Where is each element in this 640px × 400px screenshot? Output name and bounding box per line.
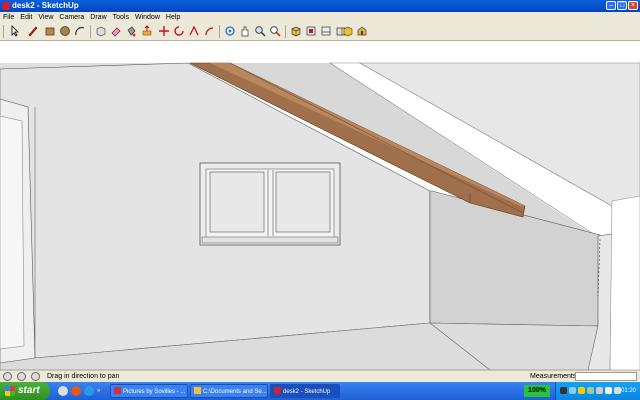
title-bar: desk2 - SketchUp – □ × bbox=[0, 0, 640, 12]
front-view-icon[interactable] bbox=[320, 25, 332, 37]
tray-app-icon[interactable] bbox=[596, 387, 603, 394]
sketchup-app-icon bbox=[274, 387, 281, 394]
select-icon[interactable] bbox=[9, 25, 21, 37]
toolbar-separator bbox=[90, 25, 91, 38]
status-bar: Drag in direction to pan Measurements bbox=[0, 370, 640, 382]
zoom-extents-icon[interactable] bbox=[269, 25, 281, 37]
rotate-icon[interactable] bbox=[173, 25, 185, 37]
offset-icon[interactable] bbox=[203, 25, 215, 37]
measurements-input[interactable] bbox=[575, 372, 637, 381]
minimize-button[interactable]: – bbox=[606, 1, 616, 10]
tray-app-icon[interactable] bbox=[578, 387, 585, 394]
toolbar-grip bbox=[3, 25, 4, 38]
clock: 01:20 bbox=[621, 388, 637, 394]
push-pull-icon[interactable] bbox=[141, 25, 153, 37]
geo-location-icon[interactable] bbox=[3, 372, 12, 381]
zoom-icon[interactable] bbox=[254, 25, 266, 37]
top-view-icon[interactable] bbox=[305, 25, 317, 37]
taskbar: start » Pictures by Sovilles - ... C:\Do… bbox=[0, 382, 640, 400]
help-instructor-icon[interactable] bbox=[31, 372, 40, 381]
sketchup-app-icon bbox=[2, 2, 10, 10]
rectangle-icon[interactable] bbox=[44, 25, 56, 37]
menu-tools[interactable]: Tools bbox=[110, 12, 132, 23]
menu-view[interactable]: View bbox=[35, 12, 56, 23]
box-icon[interactable] bbox=[342, 25, 354, 37]
orbit-icon[interactable] bbox=[224, 25, 236, 37]
network-icon[interactable] bbox=[560, 387, 567, 394]
toolbar-separator bbox=[285, 25, 286, 38]
close-button[interactable]: × bbox=[628, 1, 638, 10]
toolbar bbox=[0, 23, 640, 41]
menu-edit[interactable]: Edit bbox=[17, 12, 35, 23]
taskbar-item-active[interactable]: desk2 - SketchUp bbox=[270, 384, 340, 398]
window-title: desk2 - SketchUp bbox=[12, 1, 79, 10]
pencil-icon[interactable] bbox=[27, 25, 39, 37]
tray-app-icon[interactable] bbox=[614, 387, 621, 394]
folder-icon bbox=[194, 387, 201, 394]
maximize-button[interactable]: □ bbox=[617, 1, 627, 10]
eraser-icon[interactable] bbox=[110, 25, 122, 37]
model-scene bbox=[0, 41, 640, 370]
folder-icon bbox=[114, 387, 121, 394]
zoom-level-badge: 100% bbox=[524, 385, 550, 397]
menu-bar: File Edit View Camera Draw Tools Window Help bbox=[0, 12, 640, 23]
status-message: Drag in direction to pan bbox=[47, 373, 120, 380]
iso-view-icon[interactable] bbox=[290, 25, 302, 37]
follow-me-icon[interactable] bbox=[188, 25, 200, 37]
arc-icon[interactable] bbox=[74, 25, 86, 37]
browser-icon[interactable] bbox=[71, 386, 81, 396]
media-player-icon[interactable] bbox=[84, 386, 94, 396]
start-button[interactable]: start bbox=[0, 382, 50, 400]
taskbar-item[interactable]: Pictures by Sovilles - ... bbox=[110, 384, 188, 398]
taskbar-item[interactable]: C:\Documents and Se... bbox=[190, 384, 268, 398]
paint-bucket-icon[interactable] bbox=[125, 25, 137, 37]
tray-app-icon[interactable] bbox=[605, 387, 612, 394]
menu-camera[interactable]: Camera bbox=[56, 12, 87, 23]
make-component-icon[interactable] bbox=[95, 25, 107, 37]
menu-file[interactable]: File bbox=[0, 12, 17, 23]
quicklaunch-expand-icon[interactable]: » bbox=[97, 386, 103, 396]
show-desktop-icon[interactable] bbox=[58, 386, 68, 396]
circle-icon[interactable] bbox=[59, 25, 71, 37]
measurements-label: Measurements bbox=[530, 373, 577, 380]
volume-icon[interactable] bbox=[569, 387, 576, 394]
toolbar-separator bbox=[219, 25, 220, 38]
pan-icon[interactable] bbox=[239, 25, 251, 37]
tray-app-icon[interactable] bbox=[587, 387, 594, 394]
menu-help[interactable]: Help bbox=[163, 12, 183, 23]
windows-logo-icon bbox=[5, 386, 15, 396]
credits-icon[interactable] bbox=[17, 372, 26, 381]
menu-draw[interactable]: Draw bbox=[87, 12, 109, 23]
warehouse-icon[interactable] bbox=[356, 25, 368, 37]
drawing-viewport[interactable] bbox=[0, 41, 640, 370]
menu-window[interactable]: Window bbox=[132, 12, 163, 23]
move-icon[interactable] bbox=[158, 25, 170, 37]
